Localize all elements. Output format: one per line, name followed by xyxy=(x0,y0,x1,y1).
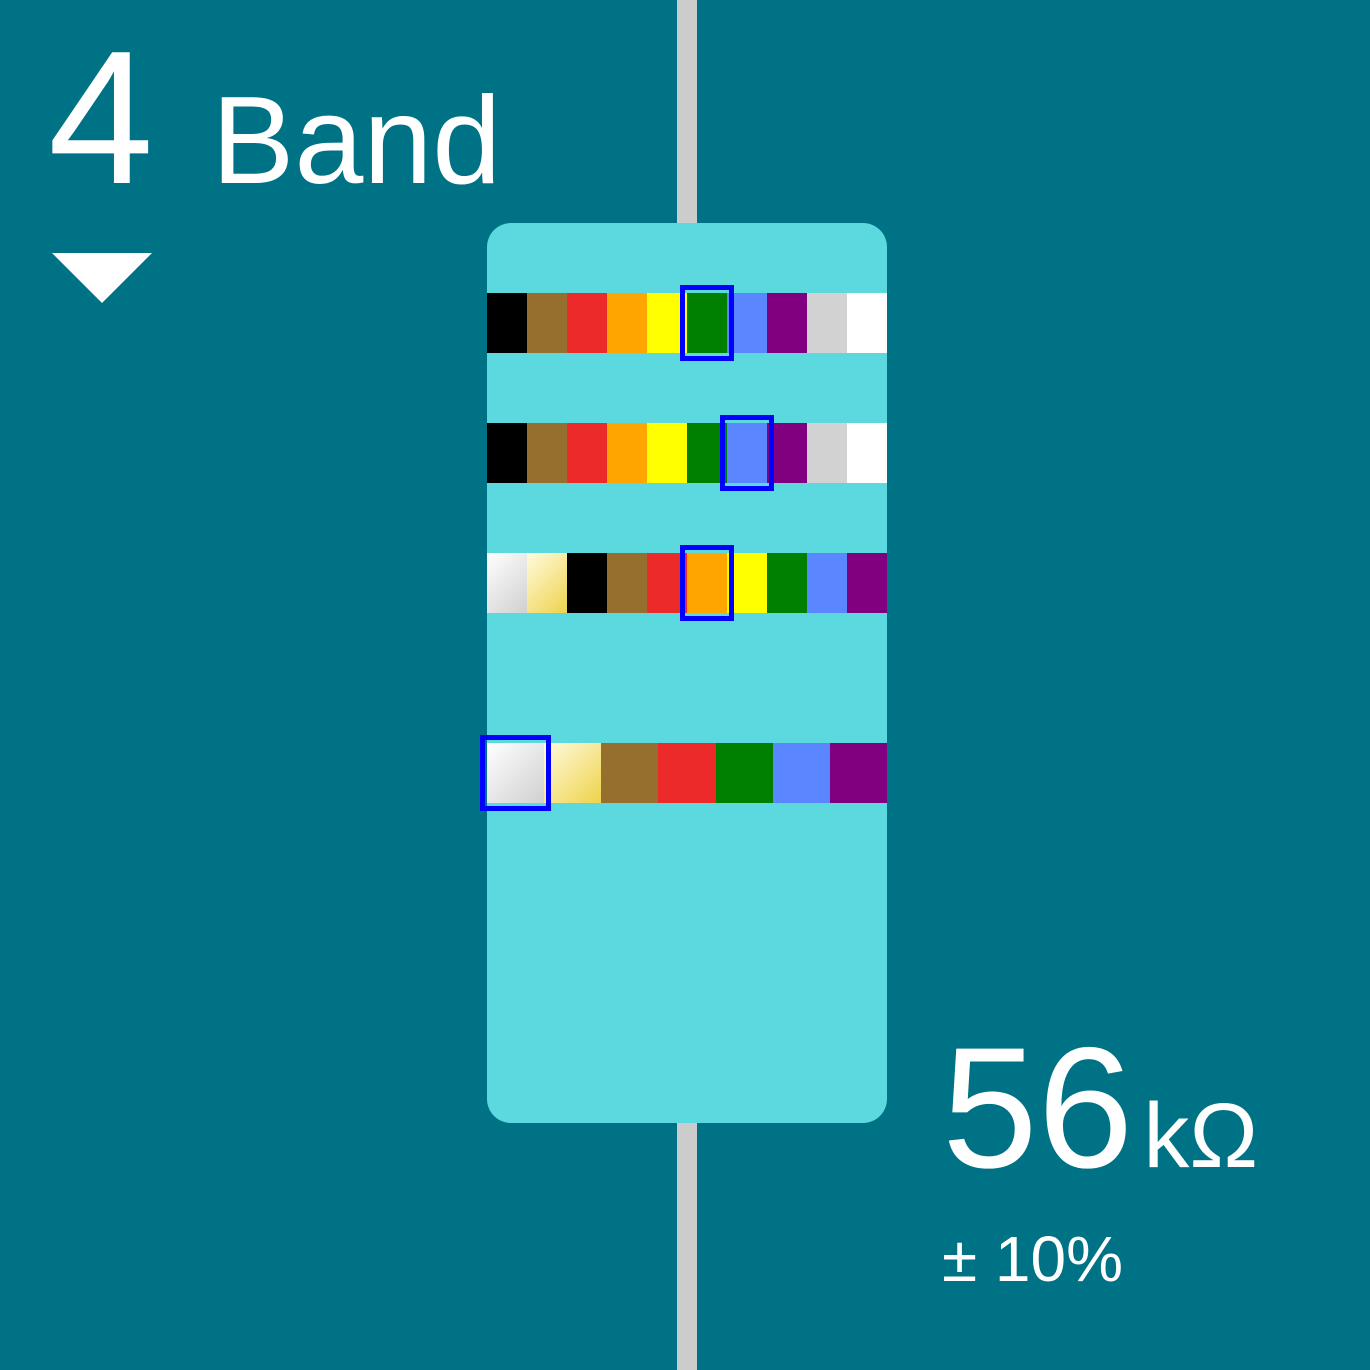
resistance-readout: 56 kΩ xyxy=(942,1018,1258,1198)
swatch-orange[interactable] xyxy=(687,553,727,613)
band-row-multiplier xyxy=(487,545,887,621)
swatch-black[interactable] xyxy=(567,553,607,613)
resistor-body xyxy=(480,223,887,1123)
swatch-violet[interactable] xyxy=(767,293,807,353)
band-count-toggle-button[interactable] xyxy=(52,253,152,303)
band-count-number: 4 xyxy=(48,12,154,224)
swatch-yellow[interactable] xyxy=(647,293,687,353)
resistance-unit: kΩ xyxy=(1143,1085,1259,1187)
swatch-brown[interactable] xyxy=(527,293,567,353)
swatch-red[interactable] xyxy=(658,743,716,803)
tolerance-readout: ± 10% xyxy=(942,1223,1123,1295)
swatch-green[interactable] xyxy=(687,293,727,353)
swatch-blue[interactable] xyxy=(807,553,847,613)
swatch-gold[interactable] xyxy=(527,553,567,613)
swatch-white[interactable] xyxy=(847,423,887,483)
swatch-grey[interactable] xyxy=(807,423,847,483)
swatch-red[interactable] xyxy=(567,423,607,483)
band-count-word: Band xyxy=(211,72,502,210)
band-count-label: 4 Band xyxy=(48,12,501,224)
swatch-orange[interactable] xyxy=(607,293,647,353)
swatch-green[interactable] xyxy=(715,743,773,803)
resistance-value: 56 xyxy=(942,1012,1134,1204)
swatch-black[interactable] xyxy=(487,423,527,483)
swatch-yellow[interactable] xyxy=(647,423,687,483)
swatch-red[interactable] xyxy=(647,553,687,613)
swatch-orange[interactable] xyxy=(607,423,647,483)
swatch-blue[interactable] xyxy=(727,423,767,483)
swatch-yellow[interactable] xyxy=(727,553,767,613)
swatch-brown[interactable] xyxy=(527,423,567,483)
swatch-blue[interactable] xyxy=(727,293,767,353)
swatch-violet[interactable] xyxy=(847,553,887,613)
swatch-red[interactable] xyxy=(567,293,607,353)
swatch-gold[interactable] xyxy=(544,743,602,803)
triangle-down-icon xyxy=(52,253,152,303)
band-row-second-digit xyxy=(487,415,887,491)
swatch-black[interactable] xyxy=(487,293,527,353)
swatch-white[interactable] xyxy=(847,293,887,353)
band-row-tolerance xyxy=(480,735,887,811)
swatch-brown[interactable] xyxy=(601,743,659,803)
swatch-green[interactable] xyxy=(687,423,727,483)
band-row-first-digit xyxy=(487,285,887,361)
swatch-violet[interactable] xyxy=(767,423,807,483)
swatch-grey[interactable] xyxy=(807,293,847,353)
swatch-green[interactable] xyxy=(767,553,807,613)
swatch-brown[interactable] xyxy=(607,553,647,613)
swatch-silver[interactable] xyxy=(487,553,527,613)
swatch-silver[interactable] xyxy=(487,743,545,803)
swatch-blue[interactable] xyxy=(772,743,830,803)
swatch-violet[interactable] xyxy=(829,743,887,803)
